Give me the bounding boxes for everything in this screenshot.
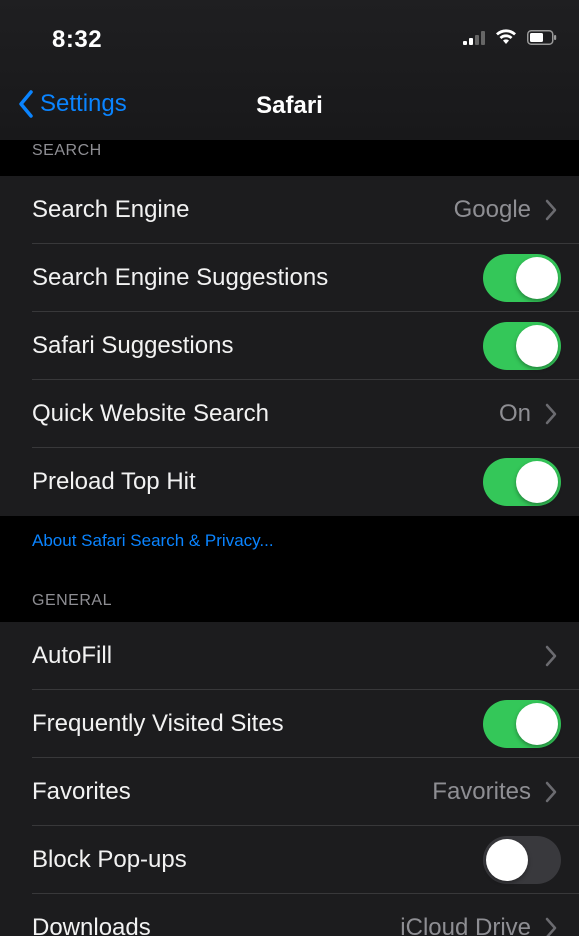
row-block-pop-ups: Block Pop-ups bbox=[0, 826, 579, 894]
section-header-search: SEARCH bbox=[0, 140, 579, 176]
block-pop-ups-toggle[interactable] bbox=[483, 836, 561, 884]
toggle-knob bbox=[486, 839, 528, 881]
safari-settings-screen: 8:32 Settings Safari SEARCH Search Engin… bbox=[0, 0, 579, 936]
row-downloads[interactable]: Downloads iCloud Drive bbox=[0, 894, 579, 936]
section-header-general-label: GENERAL bbox=[32, 592, 112, 609]
row-label: Favorites bbox=[32, 778, 131, 805]
row-preload-top-hit: Preload Top Hit bbox=[0, 448, 579, 516]
wifi-icon bbox=[496, 29, 516, 44]
row-label: Downloads bbox=[32, 914, 151, 936]
toggle-knob bbox=[516, 325, 558, 367]
row-label: AutoFill bbox=[32, 642, 113, 669]
header: 8:32 Settings Safari bbox=[0, 0, 579, 140]
row-label: Preload Top Hit bbox=[32, 468, 196, 495]
chevron-right-icon bbox=[545, 403, 557, 425]
status-icons bbox=[463, 29, 557, 45]
row-label: Search Engine bbox=[32, 196, 190, 223]
row-value: iCloud Drive bbox=[400, 914, 531, 936]
page-title: Safari bbox=[256, 92, 323, 119]
toggle-knob bbox=[516, 257, 558, 299]
toggle-knob bbox=[516, 461, 558, 503]
row-label: Safari Suggestions bbox=[32, 332, 234, 359]
row-value: On bbox=[498, 400, 531, 427]
row-label: Frequently Visited Sites bbox=[32, 710, 284, 737]
status-time: 8:32 bbox=[52, 26, 103, 53]
row-value: Google bbox=[453, 196, 531, 223]
search-engine-suggestions-toggle[interactable] bbox=[483, 254, 561, 302]
row-quick-website-search[interactable]: Quick Website Search On bbox=[0, 380, 579, 448]
row-search-engine[interactable]: Search Engine Google bbox=[0, 176, 579, 244]
chevron-right-icon bbox=[545, 917, 557, 936]
toggle-knob bbox=[516, 703, 558, 745]
row-autofill[interactable]: AutoFill bbox=[0, 622, 579, 690]
row-frequently-visited-sites: Frequently Visited Sites bbox=[0, 690, 579, 758]
row-safari-suggestions: Safari Suggestions bbox=[0, 312, 579, 380]
row-search-engine-suggestions: Search Engine Suggestions bbox=[0, 244, 579, 312]
frequently-visited-sites-toggle[interactable] bbox=[483, 700, 561, 748]
battery-icon bbox=[527, 30, 557, 45]
about-safari-search-privacy-link[interactable]: About Safari Search & Privacy... bbox=[32, 531, 274, 551]
chevron-right-icon bbox=[545, 781, 557, 803]
row-label: Block Pop-ups bbox=[32, 846, 187, 873]
search-settings-group: Search Engine Google Search Engine Sugge… bbox=[0, 176, 579, 516]
row-value: Favorites bbox=[432, 778, 531, 805]
row-label: Search Engine Suggestions bbox=[32, 264, 329, 291]
row-label: Quick Website Search bbox=[32, 400, 269, 427]
signal-icon bbox=[463, 31, 485, 45]
chevron-right-icon bbox=[545, 199, 557, 221]
row-favorites[interactable]: Favorites Favorites bbox=[0, 758, 579, 826]
preload-top-hit-toggle[interactable] bbox=[483, 458, 561, 506]
chevron-right-icon bbox=[545, 645, 557, 667]
safari-suggestions-toggle[interactable] bbox=[483, 322, 561, 370]
section-footer-search: About Safari Search & Privacy... GENERAL bbox=[0, 516, 579, 622]
section-header-search-label: SEARCH bbox=[32, 142, 102, 159]
general-settings-group: AutoFill Frequently Visited Sites Favori… bbox=[0, 622, 579, 936]
